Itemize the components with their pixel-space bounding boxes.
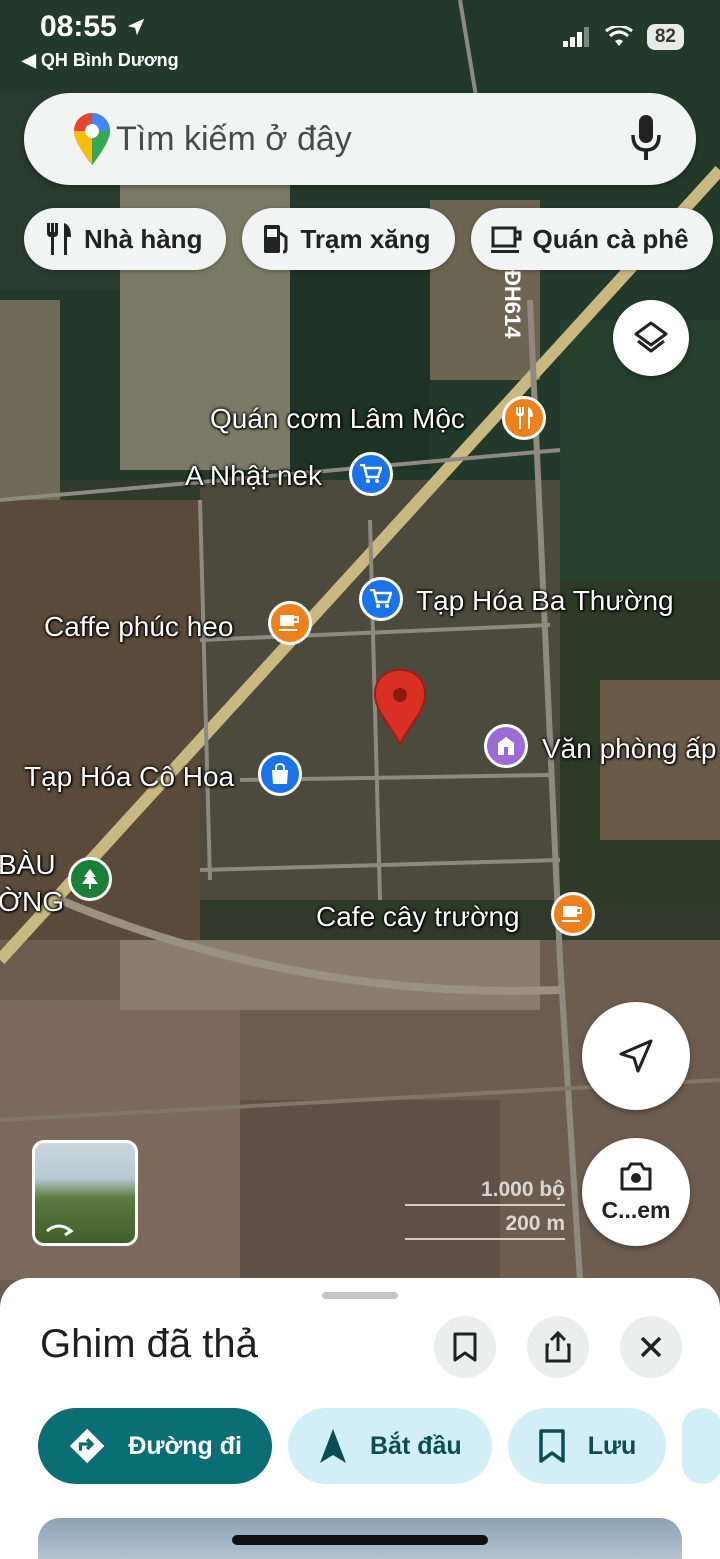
category-chips: Nhà hàng Trạm xăng Quán cà phê	[24, 208, 713, 270]
lens-label: C...em	[601, 1196, 671, 1223]
place-label[interactable]: Caffe phúc heo	[44, 611, 233, 643]
map-layers-button[interactable]	[613, 300, 689, 376]
cafe-marker-icon[interactable]	[268, 601, 312, 645]
chip-cafes[interactable]: Quán cà phê	[470, 208, 713, 270]
bookmark-icon	[538, 1429, 565, 1463]
street-view-thumbnail[interactable]	[32, 1140, 138, 1246]
location-arrow-icon	[127, 18, 144, 36]
chip-gas-stations[interactable]: Trạm xăng	[242, 208, 455, 270]
office-marker-icon[interactable]	[484, 724, 528, 768]
coffee-icon	[490, 226, 522, 253]
layers-icon	[634, 321, 668, 353]
directions-button[interactable]: Đường đi	[38, 1408, 272, 1484]
microphone-icon[interactable]	[630, 115, 662, 161]
clock: 08:55	[40, 10, 147, 44]
place-label[interactable]: Văn phòng ấp	[542, 733, 716, 765]
more-actions-button[interactable]	[682, 1408, 720, 1484]
share-icon	[545, 1331, 571, 1363]
restaurant-marker-icon[interactable]	[502, 396, 546, 440]
search-bar[interactable]: Tìm kiếm ở đây	[24, 93, 696, 185]
start-navigation-button[interactable]: Bắt đầu	[288, 1408, 492, 1484]
status-bar: 08:55 ◀ QH Bình Dương 82	[0, 0, 720, 80]
directions-icon	[69, 1428, 105, 1464]
chip-label: Nhà hàng	[84, 223, 203, 254]
save-bookmark-button[interactable]	[434, 1316, 496, 1378]
place-bottom-sheet[interactable]: Ghim đã thả Đường đi Bắt đầu Lưu	[0, 1278, 720, 1559]
svg-text:ĐH614: ĐH614	[500, 270, 525, 339]
share-button[interactable]	[527, 1316, 589, 1378]
home-indicator[interactable]	[232, 1535, 488, 1545]
lens-button[interactable]: C...em	[582, 1138, 690, 1246]
back-to-app-link[interactable]: ◀ QH Bình Dương	[22, 50, 179, 71]
battery-indicator: 82	[646, 24, 684, 50]
my-location-button[interactable]	[582, 1002, 690, 1110]
shopping-cart-marker-icon[interactable]	[359, 577, 403, 621]
camera-lens-icon	[620, 1162, 652, 1190]
store-marker-icon[interactable]	[258, 752, 302, 796]
place-label[interactable]: ỜNG	[0, 886, 64, 918]
chip-label: Trạm xăng	[300, 223, 431, 254]
chip-restaurants[interactable]: Nhà hàng	[24, 208, 227, 270]
sheet-drag-handle[interactable]	[322, 1292, 398, 1299]
street-view-rotate-icon	[46, 1224, 74, 1237]
close-icon	[640, 1336, 662, 1358]
save-button[interactable]: Lưu	[507, 1408, 667, 1484]
shopping-cart-marker-icon[interactable]	[349, 452, 393, 496]
place-label[interactable]: A Nhật nek	[185, 460, 322, 492]
start-label: Bắt đầu	[370, 1431, 462, 1460]
bookmark-icon	[453, 1332, 477, 1362]
scale-imperial: 1.000 bộ	[405, 1178, 565, 1206]
cellular-signal-icon	[562, 27, 589, 47]
search-input[interactable]: Tìm kiếm ở đây	[116, 120, 352, 159]
chip-label: Quán cà phê	[532, 223, 689, 254]
gas-station-icon	[264, 225, 288, 254]
google-maps-logo-icon	[74, 113, 110, 165]
action-buttons: Đường đi Bắt đầu Lưu	[38, 1408, 720, 1484]
place-label[interactable]: Tạp Hóa Cô Hoa	[24, 761, 234, 793]
map-scale: 1.000 bộ 200 m	[405, 1178, 565, 1246]
wifi-icon	[604, 26, 633, 46]
place-label[interactable]: Cafe cây trường	[316, 901, 520, 933]
sheet-title: Ghim đã thả	[40, 1322, 258, 1366]
directions-label: Đường đi	[128, 1431, 242, 1460]
navigation-arrow-icon	[619, 1039, 653, 1073]
close-button[interactable]	[620, 1316, 682, 1378]
scale-metric: 200 m	[405, 1212, 565, 1240]
park-marker-icon[interactable]	[68, 857, 112, 901]
restaurant-icon	[47, 223, 71, 255]
place-label[interactable]: Quán cơm Lâm Mộc	[210, 403, 465, 435]
cafe-marker-icon[interactable]	[551, 892, 595, 936]
navigation-arrow-icon	[320, 1429, 346, 1463]
save-label: Lưu	[587, 1431, 637, 1460]
place-label[interactable]: Tạp Hóa Ba Thường	[416, 585, 674, 617]
place-label[interactable]: BÀU	[0, 849, 56, 881]
